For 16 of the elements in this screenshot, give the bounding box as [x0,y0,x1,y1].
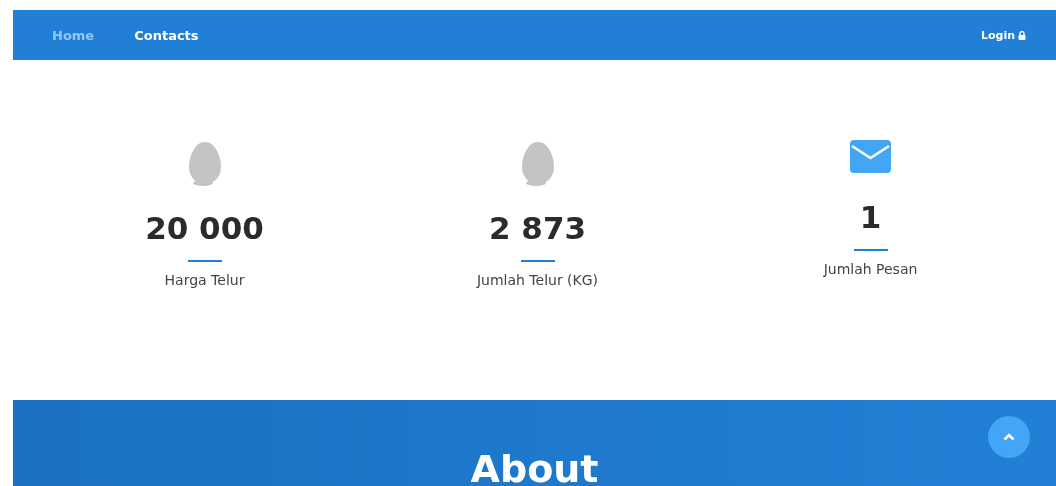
egg-icon [186,140,223,188]
stat-label: Jumlah Telur (KG) [476,272,599,288]
stat-value: 20 000 [145,210,264,246]
egg-icon [519,140,556,188]
login-link[interactable]: Login [980,28,1026,42]
stat-label: Harga Telur [164,272,245,288]
stat-value: 2 873 [488,210,587,246]
lock-icon [1018,30,1026,40]
stat-value: 1 [859,199,882,235]
mail-icon [850,140,891,173]
stat-label: Jumlah Pesan [823,261,918,277]
section-heading: About [470,446,599,486]
nav-link[interactable]: Contacts [134,27,199,43]
chevron-up-icon [1003,433,1015,441]
scroll-top-button[interactable] [988,416,1030,458]
nav-link[interactable]: Home [52,27,95,43]
